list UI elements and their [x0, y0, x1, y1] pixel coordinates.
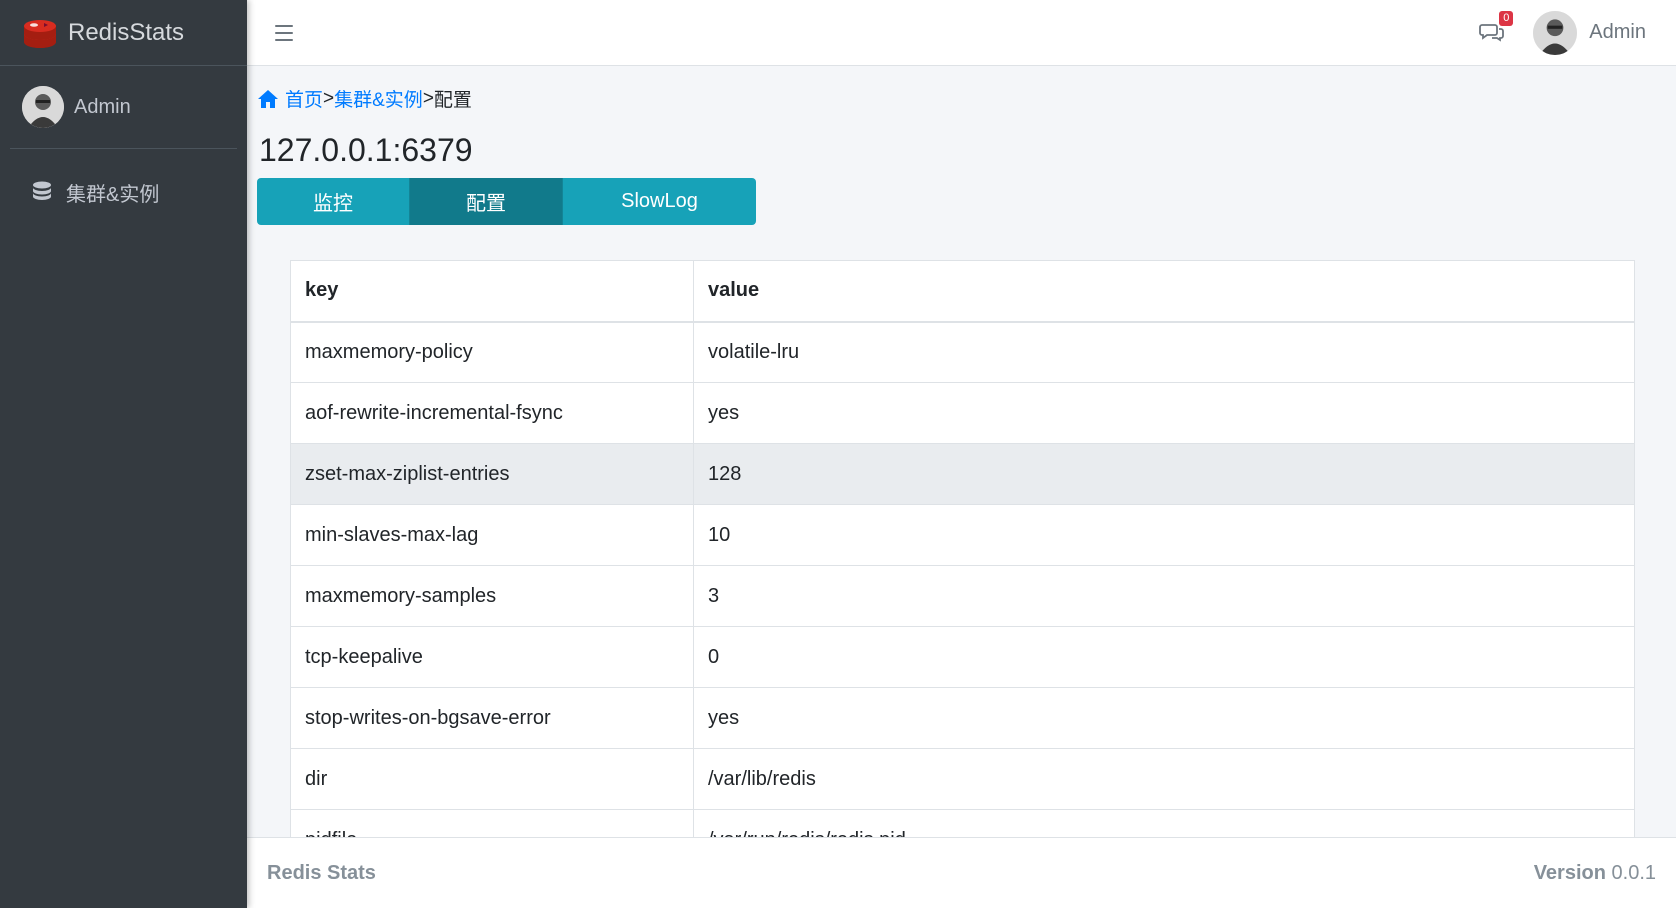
sidebar-user-name: Admin — [74, 95, 131, 118]
footer-version-number: 0.0.1 — [1611, 861, 1656, 884]
top-navbar: 0 Admin — [247, 0, 1676, 66]
cell-value: yes — [693, 382, 1635, 444]
messages-button[interactable]: 0 — [1479, 10, 1514, 45]
table-row: tcp-keepalive 0 — [290, 626, 1635, 688]
brand[interactable]: RedisStats — [0, 0, 247, 66]
redis-logo-icon — [24, 19, 56, 48]
breadcrumb: 首页 > 集群&实例 > 配置 — [257, 85, 472, 112]
cell-value: 128 — [693, 443, 1635, 505]
home-icon — [258, 89, 278, 108]
table-row: dir/var/lib/redis — [290, 748, 1635, 810]
avatar — [1533, 10, 1578, 55]
breadcrumb-home-link[interactable]: 首页 — [285, 85, 323, 112]
brand-name: RedisStats — [68, 18, 185, 46]
column-header-value: value — [693, 260, 1635, 323]
sidebar-user-panel[interactable]: Admin — [10, 66, 237, 149]
footer-app-name: Redis Stats — [267, 861, 376, 884]
cell-key: min-slaves-max-lag — [290, 504, 694, 566]
config-table-container: key value maxmemory-policy volatile-lru a… — [290, 260, 1635, 837]
table-header-row: key value — [290, 260, 1635, 323]
cell-value: 3 — [693, 565, 1635, 627]
table-row: min-slaves-max-lag 10 — [290, 504, 1635, 566]
sidebar-item-label: 集群&实例 — [66, 183, 160, 206]
breadcrumb-separator: > — [323, 87, 335, 109]
table-row: maxmemory-samples 3 — [290, 565, 1635, 627]
column-header-key: key — [290, 260, 694, 323]
cell-value: 10 — [693, 504, 1635, 566]
database-icon — [33, 181, 51, 200]
table-row: stop-writes-on-bgsave-error yes — [290, 687, 1635, 749]
cell-key: stop-writes-on-bgsave-error — [290, 687, 694, 749]
table-row: maxmemory-policy volatile-lru — [290, 321, 1635, 383]
cell-value: volatile-lru — [693, 321, 1635, 383]
page-title: 127.0.0.1:6379 — [259, 132, 473, 168]
tab-group: 监控 配置 SlowLog — [257, 178, 756, 225]
cell-value: /var/lib/redis — [693, 748, 1635, 810]
sidebar-nav: 集群&实例 — [0, 149, 247, 217]
cell-value: /var/run/redis/redis.pid — [693, 809, 1635, 837]
header-user-menu[interactable]: Admin — [1533, 10, 1646, 55]
sidebar: RedisStats Admin 集群&实例 — [0, 0, 247, 908]
breadcrumb-separator: > — [422, 87, 434, 109]
avatar — [22, 86, 64, 128]
footer: Redis Stats Version 0.0.1 — [247, 837, 1676, 908]
header-user-name: Admin — [1589, 21, 1646, 43]
cell-key: zset-max-ziplist-entries — [290, 443, 694, 505]
cell-key: dir — [290, 748, 694, 810]
footer-version: Version 0.0.1 — [1534, 862, 1656, 885]
table-row: aof-rewrite-incremental-fsync yes — [290, 382, 1635, 444]
tab-config[interactable]: 配置 — [410, 178, 563, 225]
footer-version-label: Version — [1533, 861, 1606, 884]
messages-badge: 0 — [1499, 10, 1514, 26]
cell-value: yes — [693, 687, 1635, 749]
tab-monitor[interactable]: 监控 — [257, 178, 410, 225]
cell-key: pidfile — [290, 809, 694, 837]
tab-slowlog[interactable]: SlowLog — [563, 178, 756, 225]
config-table: key value maxmemory-policy volatile-lru a… — [290, 260, 1635, 837]
breadcrumb-current: 配置 — [433, 90, 472, 111]
table-row: pidfile/var/run/redis/redis.pid — [290, 809, 1635, 837]
table-row: zset-max-ziplist-entries 128 — [290, 443, 1635, 505]
cell-value: 0 — [693, 626, 1635, 688]
user-avatar-icon — [22, 86, 64, 128]
cell-key: tcp-keepalive — [290, 626, 694, 688]
main-content: 首页 > 集群&实例 > 配置 127.0.0.1:6379 监控 配置 Slo… — [247, 66, 1676, 837]
sidebar-item-clusters[interactable]: 集群&实例 — [0, 167, 247, 217]
cell-key: maxmemory-policy — [290, 321, 694, 383]
cell-key: aof-rewrite-incremental-fsync — [290, 382, 694, 444]
user-avatar-icon — [1533, 10, 1578, 55]
hamburger-menu-icon[interactable] — [275, 24, 293, 41]
breadcrumb-clusters-link[interactable]: 集群&实例 — [334, 85, 423, 112]
cell-key: maxmemory-samples — [290, 565, 694, 627]
